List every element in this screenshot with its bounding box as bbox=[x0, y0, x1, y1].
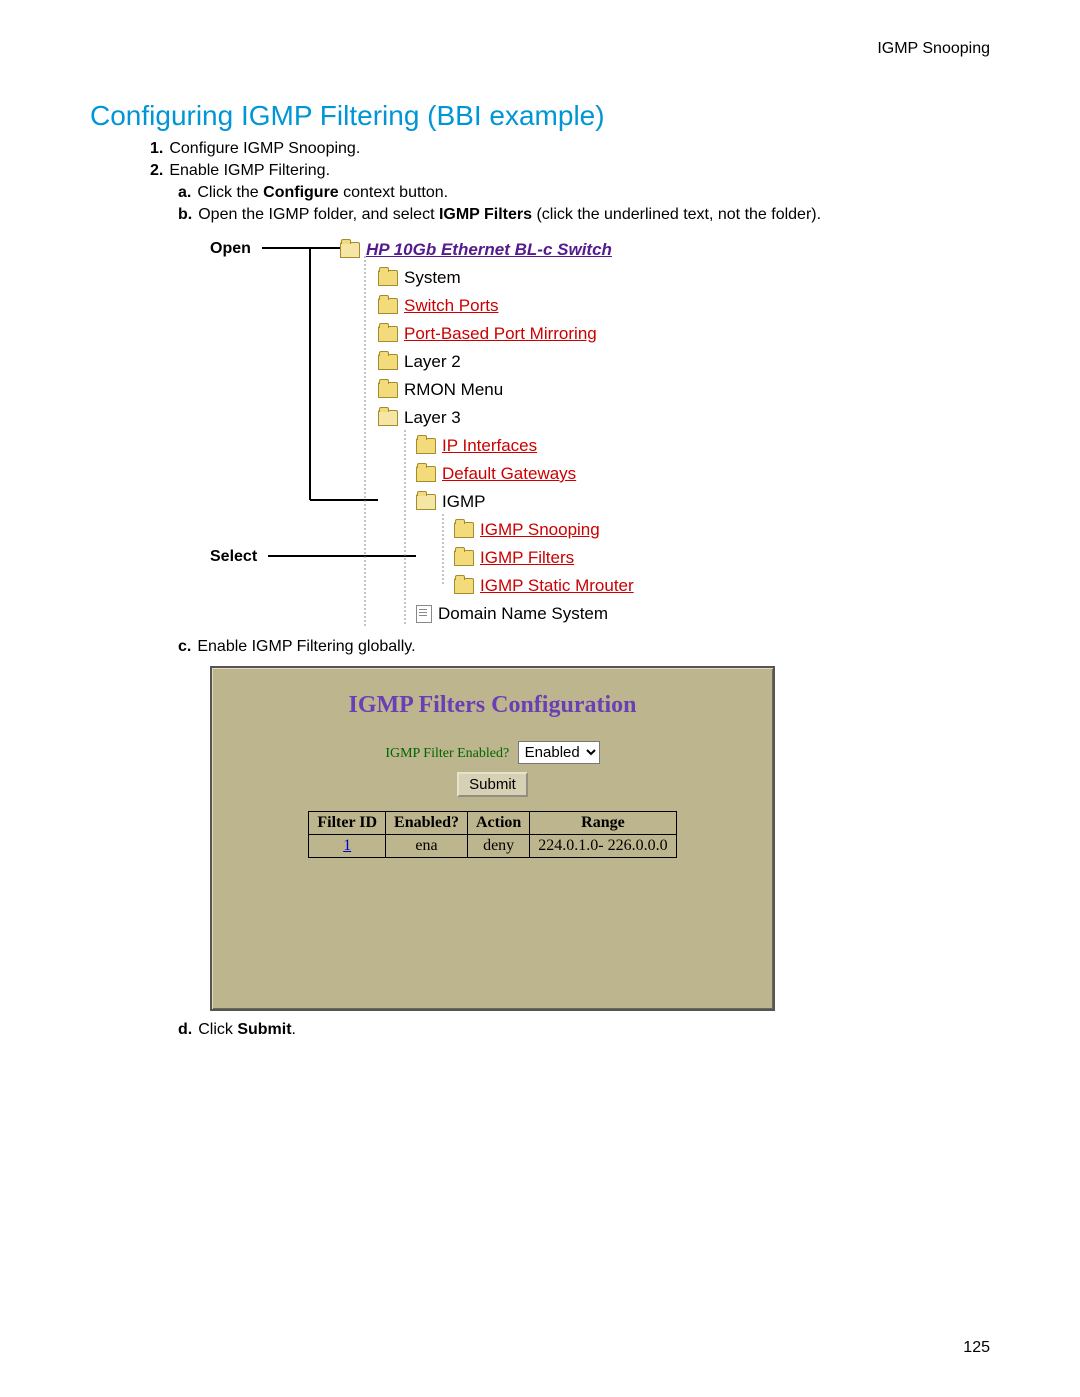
substep-d-bold: Submit bbox=[237, 1021, 291, 1038]
substep-a-post: context button. bbox=[339, 184, 448, 201]
substep-c-text: Enable IGMP Filtering globally. bbox=[197, 638, 415, 655]
tree-ip-if[interactable]: IP Interfaces bbox=[220, 432, 860, 460]
tree-rmon[interactable]: RMON Menu bbox=[220, 376, 860, 404]
section-title: Configuring IGMP Filtering (BBI example) bbox=[90, 100, 990, 132]
tree-system[interactable]: System bbox=[220, 264, 860, 292]
steps-list: 1. Configure IGMP Snooping. 2. Enable IGMP… bbox=[150, 140, 990, 224]
enabled-label: IGMP Filter Enabled? bbox=[385, 746, 509, 761]
folder-icon bbox=[378, 382, 398, 398]
substep-b-bold: IGMP Filters bbox=[439, 206, 532, 223]
step-2-text: Enable IGMP Filtering. bbox=[169, 162, 330, 179]
tree-igmp-filters[interactable]: IGMP Filters bbox=[220, 544, 860, 572]
folder-icon bbox=[378, 270, 398, 286]
tree-gateways[interactable]: Default Gateways bbox=[220, 460, 860, 488]
th-range: Range bbox=[530, 812, 676, 835]
th-enabled: Enabled? bbox=[386, 812, 468, 835]
substep-a-pre: Click the bbox=[197, 184, 263, 201]
substep-c-letter: c. bbox=[178, 638, 191, 655]
submit-button[interactable]: Submit bbox=[457, 772, 528, 797]
substep-b: b. Open the IGMP folder, and select IGMP … bbox=[178, 206, 990, 224]
tree-igmp-mrouter-label[interactable]: IGMP Static Mrouter bbox=[480, 576, 634, 596]
folder-open-icon bbox=[378, 410, 398, 426]
td-range: 224.0.1.0- 226.0.0.0 bbox=[530, 835, 676, 858]
tree-igmp-snoop[interactable]: IGMP Snooping bbox=[220, 516, 860, 544]
substep-b-letter: b. bbox=[178, 206, 192, 223]
td-action: deny bbox=[467, 835, 529, 858]
folder-icon bbox=[378, 298, 398, 314]
step-2: 2. Enable IGMP Filtering. a. Click the Con… bbox=[150, 162, 990, 224]
td-enabled: ena bbox=[386, 835, 468, 858]
tree-igmp[interactable]: IGMP bbox=[220, 488, 860, 516]
substep-d-letter: d. bbox=[178, 1021, 192, 1038]
tree-igmp-mrouter[interactable]: IGMP Static Mrouter bbox=[220, 572, 860, 600]
tree-root[interactable]: HP 10Gb Ethernet BL-c Switch bbox=[220, 236, 860, 264]
tree-port-mirror-label[interactable]: Port-Based Port Mirroring bbox=[404, 324, 597, 344]
tree-gateways-label[interactable]: Default Gateways bbox=[442, 464, 576, 484]
tree-igmp-label: IGMP bbox=[442, 492, 485, 512]
tree-rmon-label: RMON Menu bbox=[404, 380, 503, 400]
substep-b-post: (click the underlined text, not the fold… bbox=[532, 206, 821, 223]
tree-dns[interactable]: Domain Name System bbox=[220, 600, 860, 628]
substep-a-letter: a. bbox=[178, 184, 191, 201]
enabled-row: IGMP Filter Enabled? Enabled bbox=[226, 741, 759, 764]
td-filter-id[interactable]: 1 bbox=[309, 835, 386, 858]
panel-title: IGMP Filters Configuration bbox=[226, 692, 759, 719]
th-action: Action bbox=[467, 812, 529, 835]
tree-system-label: System bbox=[404, 268, 461, 288]
folder-open-icon bbox=[340, 242, 360, 258]
substep-c: c. Enable IGMP Filtering globally. bbox=[178, 638, 990, 656]
step-2-number: 2. bbox=[150, 162, 163, 179]
step-1: 1. Configure IGMP Snooping. bbox=[150, 140, 990, 158]
substep-a-bold: Configure bbox=[263, 184, 339, 201]
document-icon bbox=[416, 605, 432, 623]
folder-icon bbox=[454, 522, 474, 538]
folder-icon bbox=[454, 578, 474, 594]
th-filter-id: Filter ID bbox=[309, 812, 386, 835]
tree-port-mirror[interactable]: Port-Based Port Mirroring bbox=[220, 320, 860, 348]
tree-layer3-label: Layer 3 bbox=[404, 408, 461, 428]
nav-tree-figure: Open Select HP 10Gb Ethernet BL-c Switch… bbox=[220, 236, 860, 628]
folder-icon bbox=[454, 550, 474, 566]
tree-layer2[interactable]: Layer 2 bbox=[220, 348, 860, 376]
substep-d: d. Click Submit. bbox=[178, 1021, 990, 1039]
substep-d-post: . bbox=[292, 1021, 296, 1038]
folder-icon bbox=[416, 438, 436, 454]
tree-igmp-snoop-label[interactable]: IGMP Snooping bbox=[480, 520, 600, 540]
tree-layer2-label: Layer 2 bbox=[404, 352, 461, 372]
substeps: a. Click the Configure context button. b.… bbox=[178, 184, 990, 224]
folder-icon bbox=[378, 354, 398, 370]
filters-table: Filter ID Enabled? Action Range 1 ena de… bbox=[308, 811, 676, 858]
filter-id-link[interactable]: 1 bbox=[343, 837, 351, 854]
substep-b-pre: Open the IGMP folder, and select bbox=[198, 206, 439, 223]
substep-d-pre: Click bbox=[198, 1021, 237, 1038]
header-chapter: IGMP Snooping bbox=[877, 40, 990, 58]
folder-icon bbox=[416, 466, 436, 482]
folder-open-icon bbox=[416, 494, 436, 510]
step-1-text: Configure IGMP Snooping. bbox=[169, 140, 360, 157]
tree-layer3[interactable]: Layer 3 bbox=[220, 404, 860, 432]
tree-igmp-filters-label[interactable]: IGMP Filters bbox=[480, 548, 574, 568]
enabled-select[interactable]: Enabled bbox=[518, 741, 600, 764]
table-row: 1 ena deny 224.0.1.0- 226.0.0.0 bbox=[309, 835, 676, 858]
tree-switch-ports-label[interactable]: Switch Ports bbox=[404, 296, 498, 316]
step-1-number: 1. bbox=[150, 140, 163, 157]
folder-icon bbox=[378, 326, 398, 342]
tree-switch-ports[interactable]: Switch Ports bbox=[220, 292, 860, 320]
tree-root-label[interactable]: HP 10Gb Ethernet BL-c Switch bbox=[366, 240, 612, 260]
substep-a: a. Click the Configure context button. bbox=[178, 184, 990, 202]
page-number: 125 bbox=[963, 1339, 990, 1357]
igmp-filters-panel: IGMP Filters Configuration IGMP Filter E… bbox=[210, 666, 775, 1011]
tree-dns-label: Domain Name System bbox=[438, 604, 608, 624]
tree-ip-if-label[interactable]: IP Interfaces bbox=[442, 436, 537, 456]
table-header-row: Filter ID Enabled? Action Range bbox=[309, 812, 676, 835]
